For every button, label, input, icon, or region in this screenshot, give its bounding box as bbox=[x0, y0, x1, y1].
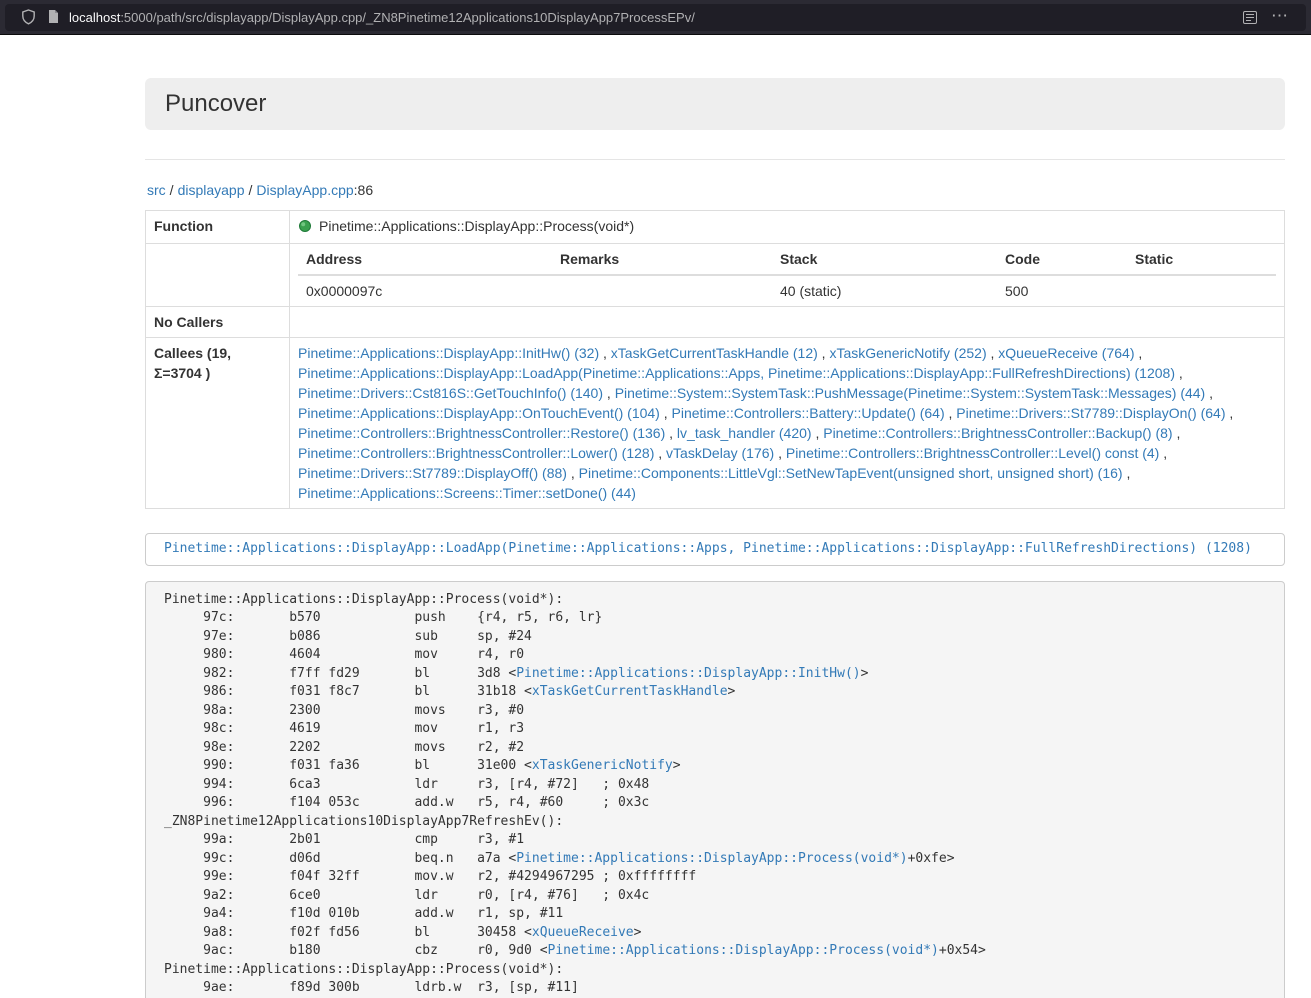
details-empty-label bbox=[146, 244, 290, 307]
shield-icon[interactable] bbox=[15, 9, 42, 25]
callee-link[interactable]: Pinetime::Controllers::BrightnessControl… bbox=[298, 425, 665, 441]
no-callers-row: No Callers bbox=[146, 307, 1285, 338]
breadcrumb-separator: / bbox=[245, 182, 257, 198]
breadcrumb-separator: / bbox=[166, 182, 178, 198]
symbol-link[interactable]: Pinetime::Applications::DisplayApp::Proc… bbox=[516, 851, 907, 866]
browser-toolbar: localhost:5000/path/src/displayapp/Displ… bbox=[0, 0, 1311, 35]
col-header-stack: Stack bbox=[772, 244, 997, 275]
app-header: Puncover bbox=[145, 78, 1285, 130]
col-header-code: Code bbox=[997, 244, 1127, 275]
symbol-link[interactable]: xQueueReceive bbox=[532, 925, 634, 940]
function-icon bbox=[298, 218, 312, 238]
url-bar[interactable]: localhost:5000/path/src/displayapp/Displ… bbox=[5, 4, 1306, 31]
callee-link[interactable]: Pinetime::Applications::DisplayApp::OnTo… bbox=[298, 405, 660, 421]
breadcrumb-link-file[interactable]: DisplayApp.cpp bbox=[256, 182, 353, 198]
reader-view-icon[interactable] bbox=[1237, 11, 1263, 24]
function-row: Function Pinetime::Applications::Display… bbox=[146, 211, 1285, 244]
breadcrumb-link-src[interactable]: src bbox=[147, 182, 166, 198]
callees-list: Pinetime::Applications::DisplayApp::Init… bbox=[290, 338, 1285, 509]
callee-link[interactable]: Pinetime::Controllers::BrightnessControl… bbox=[298, 445, 654, 461]
value-code: 500 bbox=[997, 275, 1127, 306]
disassembly: Pinetime::Applications::DisplayApp::Proc… bbox=[145, 581, 1285, 998]
function-table: Function Pinetime::Applications::Display… bbox=[145, 210, 1285, 509]
symbol-link[interactable]: Pinetime::Applications::DisplayApp::Proc… bbox=[548, 943, 939, 958]
details-table: Address Remarks Stack Code Static 0x0000… bbox=[298, 244, 1276, 306]
details-row: Address Remarks Stack Code Static 0x0000… bbox=[146, 244, 1285, 307]
no-callers-label: No Callers bbox=[146, 307, 290, 338]
url-text: localhost:5000/path/src/displayapp/Displ… bbox=[69, 10, 1237, 25]
callee-link[interactable]: Pinetime::Controllers::Battery::Update()… bbox=[672, 405, 945, 421]
callee-link[interactable]: vTaskDelay (176) bbox=[666, 445, 774, 461]
callee-link[interactable]: Pinetime::Applications::DisplayApp::Load… bbox=[298, 365, 1175, 381]
value-static bbox=[1127, 275, 1276, 306]
breadcrumb-link-displayapp[interactable]: displayapp bbox=[178, 182, 245, 198]
col-header-address: Address bbox=[298, 244, 552, 275]
header-divider bbox=[145, 159, 1285, 160]
callee-link[interactable]: Pinetime::Drivers::Cst816S::GetTouchInfo… bbox=[298, 385, 603, 401]
callee-link[interactable]: Pinetime::Applications::DisplayApp::Init… bbox=[298, 345, 599, 361]
callees-row: Callees (19, Σ=3704 ) Pinetime::Applicat… bbox=[146, 338, 1285, 509]
details-header-row: Address Remarks Stack Code Static bbox=[298, 244, 1276, 275]
callee-link[interactable]: Pinetime::Drivers::St7789::DisplayOn() (… bbox=[956, 405, 1225, 421]
callers-cell bbox=[290, 307, 1285, 338]
details-value-row: 0x0000097c 40 (static) 500 bbox=[298, 275, 1276, 306]
breadcrumb-line-number: :86 bbox=[354, 182, 373, 198]
callee-link[interactable]: Pinetime::Drivers::St7789::DisplayOff() … bbox=[298, 465, 567, 481]
page-content: Puncover src/displayapp/DisplayApp.cpp:8… bbox=[145, 78, 1285, 998]
callee-link[interactable]: Pinetime::System::SystemTask::PushMessag… bbox=[615, 385, 1206, 401]
callee-link[interactable]: xQueueReceive (764) bbox=[998, 345, 1134, 361]
highlighted-symbol-link[interactable]: Pinetime::Applications::DisplayApp::Load… bbox=[164, 541, 1252, 556]
symbol-link[interactable]: xTaskGetCurrentTaskHandle bbox=[532, 684, 728, 699]
breadcrumb: src/displayapp/DisplayApp.cpp:86 bbox=[147, 180, 1285, 200]
callee-link[interactable]: lv_task_handler (420) bbox=[677, 425, 812, 441]
callee-link[interactable]: Pinetime::Controllers::BrightnessControl… bbox=[823, 425, 1172, 441]
callee-link[interactable]: Pinetime::Controllers::BrightnessControl… bbox=[786, 445, 1159, 461]
callee-link[interactable]: xTaskGenericNotify (252) bbox=[829, 345, 986, 361]
function-label: Function bbox=[146, 211, 290, 244]
callee-link[interactable]: xTaskGetCurrentTaskHandle (12) bbox=[611, 345, 818, 361]
value-stack: 40 (static) bbox=[772, 275, 997, 306]
function-cell: Pinetime::Applications::DisplayApp::Proc… bbox=[290, 211, 1285, 244]
callees-label: Callees (19, Σ=3704 ) bbox=[146, 338, 290, 509]
page-icon[interactable] bbox=[42, 10, 65, 24]
symbol-link[interactable]: xTaskGenericNotify bbox=[532, 758, 673, 773]
callee-link[interactable]: Pinetime::Components::LittleVgl::SetNewT… bbox=[579, 465, 1123, 481]
menu-dots-icon[interactable]: ⋯ bbox=[1263, 7, 1296, 28]
value-remarks bbox=[552, 275, 772, 306]
highlighted-symbol-box: Pinetime::Applications::DisplayApp::Load… bbox=[145, 533, 1285, 566]
url-path: :5000/path/src/displayapp/DisplayApp.cpp… bbox=[120, 10, 695, 25]
value-address: 0x0000097c bbox=[298, 275, 552, 306]
col-header-remarks: Remarks bbox=[552, 244, 772, 275]
symbol-link[interactable]: Pinetime::Applications::DisplayApp::Init… bbox=[516, 666, 860, 681]
callee-link[interactable]: Pinetime::Applications::Screens::Timer::… bbox=[298, 485, 636, 501]
col-header-static: Static bbox=[1127, 244, 1276, 275]
url-host: localhost bbox=[69, 10, 120, 25]
page-title: Puncover bbox=[165, 91, 1265, 117]
details-cell: Address Remarks Stack Code Static 0x0000… bbox=[290, 244, 1285, 307]
function-name: Pinetime::Applications::DisplayApp::Proc… bbox=[319, 218, 634, 234]
